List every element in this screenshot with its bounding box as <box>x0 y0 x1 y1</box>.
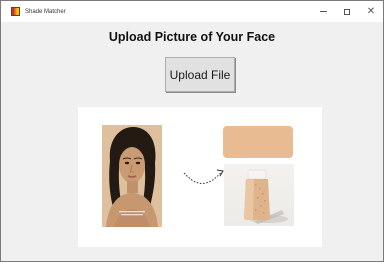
close-button[interactable]: ✕ <box>359 1 383 22</box>
maximize-icon <box>344 8 350 15</box>
foundation-bottle-image <box>224 164 294 226</box>
window-controls: ✕ <box>311 1 383 22</box>
dotted-arrow-icon <box>183 169 224 184</box>
page-title: Upload Picture of Your Face <box>108 30 276 44</box>
shade-swatch <box>223 126 293 158</box>
close-icon: ✕ <box>366 5 376 17</box>
minimize-icon <box>319 11 327 12</box>
maximize-button[interactable] <box>335 1 359 22</box>
minimize-button[interactable] <box>311 1 335 22</box>
title-bar[interactable]: Shade Matcher ✕ <box>1 1 383 22</box>
preview-panel <box>78 107 322 247</box>
upload-file-button[interactable]: Upload File <box>165 57 235 92</box>
face-photo <box>102 125 162 227</box>
app-icon <box>11 7 20 16</box>
window-title: Shade Matcher <box>25 8 66 15</box>
